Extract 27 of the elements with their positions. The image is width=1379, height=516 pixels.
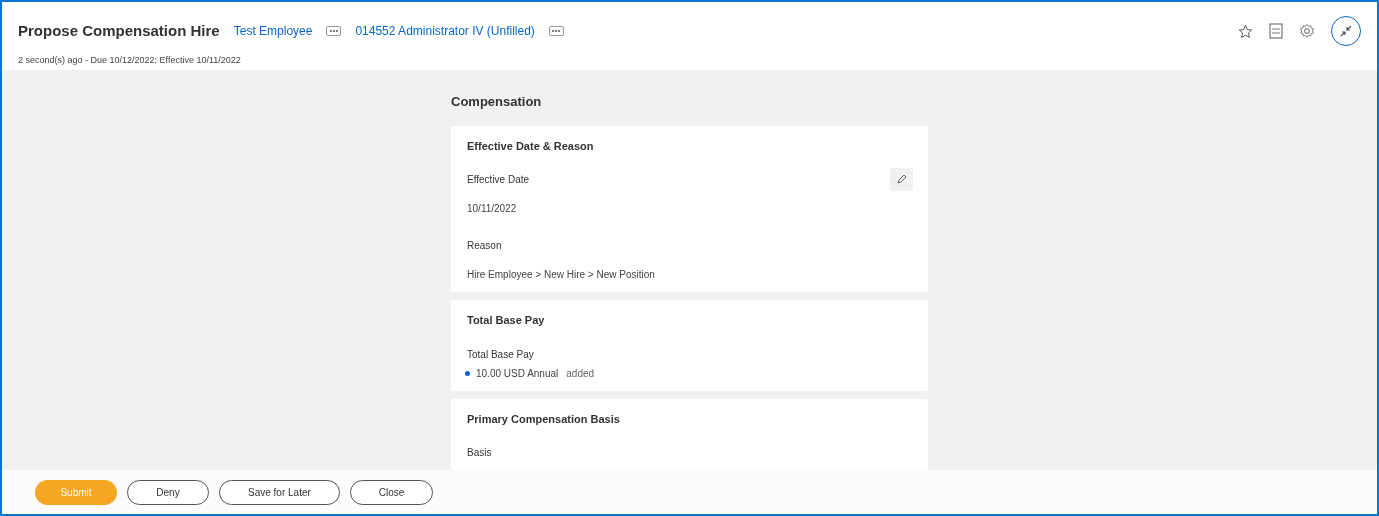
change-note: added	[566, 366, 595, 381]
edit-button[interactable]	[890, 167, 913, 191]
pencil-icon	[896, 174, 907, 184]
field-value: 10.00 USD Annual	[476, 366, 559, 381]
header-link[interactable]: 014552 Administrator IV (Unfilled)	[355, 22, 535, 40]
action-button[interactable]: Deny	[127, 479, 209, 505]
header-link[interactable]: Test Employee	[233, 22, 313, 40]
field-label: Basis	[467, 446, 492, 460]
pdf-icon[interactable]	[1269, 23, 1283, 39]
settings-icon[interactable]	[1299, 23, 1315, 39]
more-button[interactable]	[548, 26, 564, 36]
card-title: Primary Compensation Basis	[467, 411, 621, 427]
card-title: Effective Date & Reason	[467, 138, 595, 154]
more-button[interactable]	[326, 26, 342, 36]
section-title: Compensation	[451, 93, 543, 111]
action-button[interactable]: Save for Later	[219, 479, 340, 505]
field-label: Total Base Pay	[467, 347, 534, 362]
collapse-icon	[1340, 25, 1352, 37]
field-value: Hire Employee > New Hire > New Position	[467, 268, 655, 282]
field-label: Reason	[467, 239, 502, 253]
field-value: 10/11/2022	[467, 202, 517, 216]
star-icon[interactable]	[1238, 23, 1253, 39]
card-title: Total Base Pay	[467, 313, 546, 328]
status-text: 2 second(s) ago - Due 10/12/2022; Effective 10/11/2022	[18, 54, 242, 67]
page-title: Propose Compensation Hire	[18, 20, 220, 41]
field-label: Effective Date	[467, 173, 530, 187]
action-button[interactable]: Close	[349, 479, 434, 505]
